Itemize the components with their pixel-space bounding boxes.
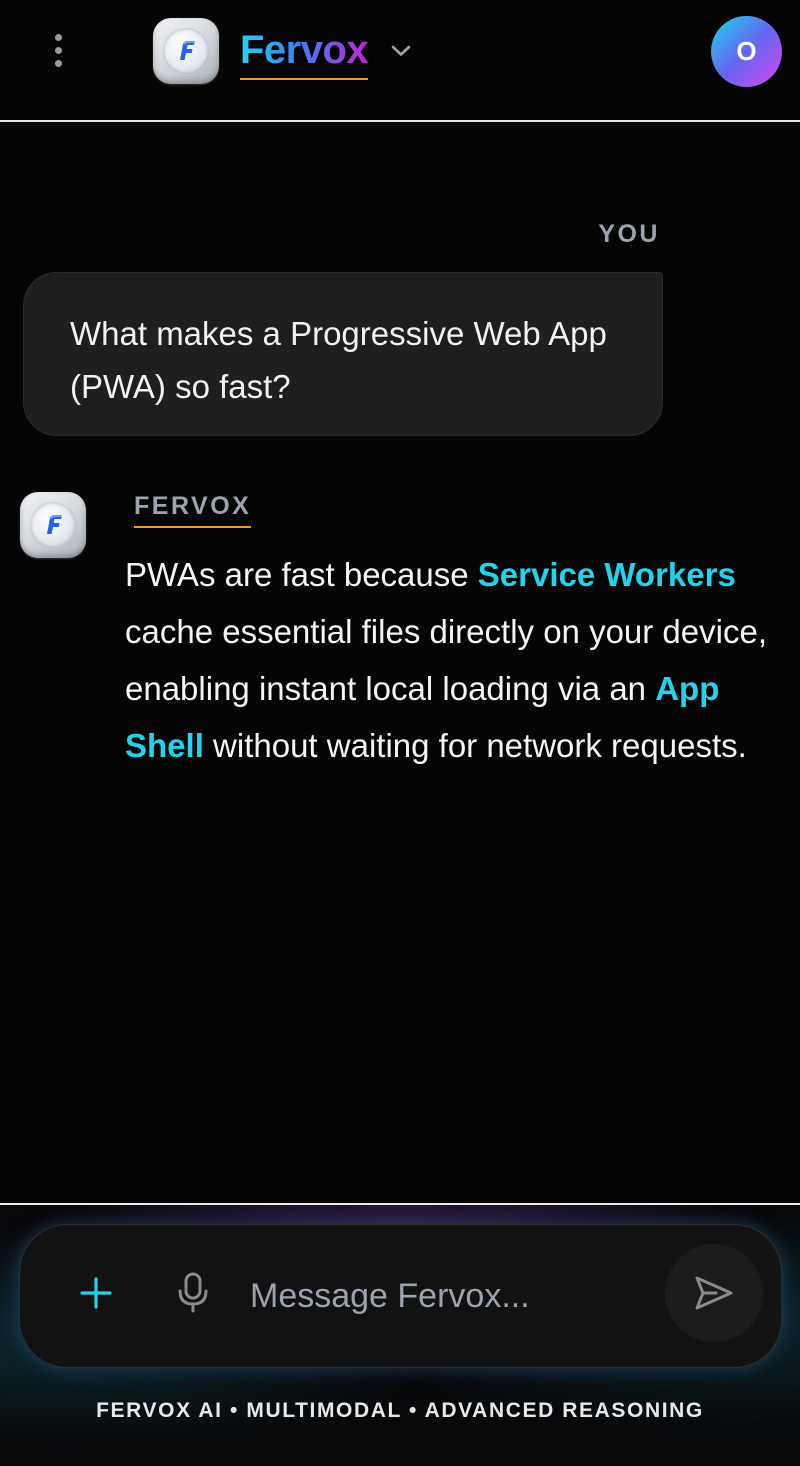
plus-icon bbox=[80, 1277, 112, 1309]
logo-letter-f-icon bbox=[180, 41, 195, 60]
assistant-text: without waiting for network requests. bbox=[203, 727, 747, 764]
assistant-message: PWAs are fast because Service Workers ca… bbox=[125, 546, 775, 774]
fervox-logo-icon bbox=[153, 18, 219, 84]
user-avatar[interactable]: O bbox=[711, 16, 782, 87]
microphone-icon bbox=[178, 1272, 208, 1313]
assistant-text: PWAs are fast because bbox=[125, 556, 478, 593]
message-input[interactable] bbox=[250, 1268, 650, 1324]
chevron-down-icon bbox=[391, 45, 411, 56]
top-bar: Fervox O bbox=[0, 0, 800, 122]
voice-input-button[interactable] bbox=[176, 1271, 210, 1315]
assistant-label: FERVOX bbox=[134, 492, 252, 528]
more-menu-button[interactable] bbox=[40, 28, 76, 72]
footer-tagline: FERVOX AI • MULTIMODAL • ADVANCED REASON… bbox=[96, 1399, 704, 1422]
logo-badge bbox=[163, 28, 209, 74]
model-switcher[interactable]: Fervox bbox=[240, 22, 412, 84]
send-icon bbox=[695, 1276, 733, 1310]
attach-button[interactable] bbox=[78, 1275, 114, 1311]
fervox-logo-icon bbox=[20, 492, 86, 558]
more-vertical-icon-dot bbox=[54, 46, 62, 54]
user-label: YOU bbox=[598, 220, 660, 248]
more-vertical-icon-dot bbox=[54, 59, 62, 67]
highlight-term: Service Workers bbox=[477, 556, 736, 593]
logo-letter-f-icon bbox=[47, 515, 62, 534]
more-vertical-icon bbox=[54, 33, 62, 41]
chat-app: Fervox O YOU What makes a Progressive We… bbox=[0, 0, 800, 1466]
brand-name: Fervox bbox=[240, 26, 369, 80]
logo-badge bbox=[30, 502, 76, 548]
send-button[interactable] bbox=[665, 1244, 763, 1342]
user-message-bubble: What makes a Progressive Web App (PWA) s… bbox=[23, 272, 663, 436]
